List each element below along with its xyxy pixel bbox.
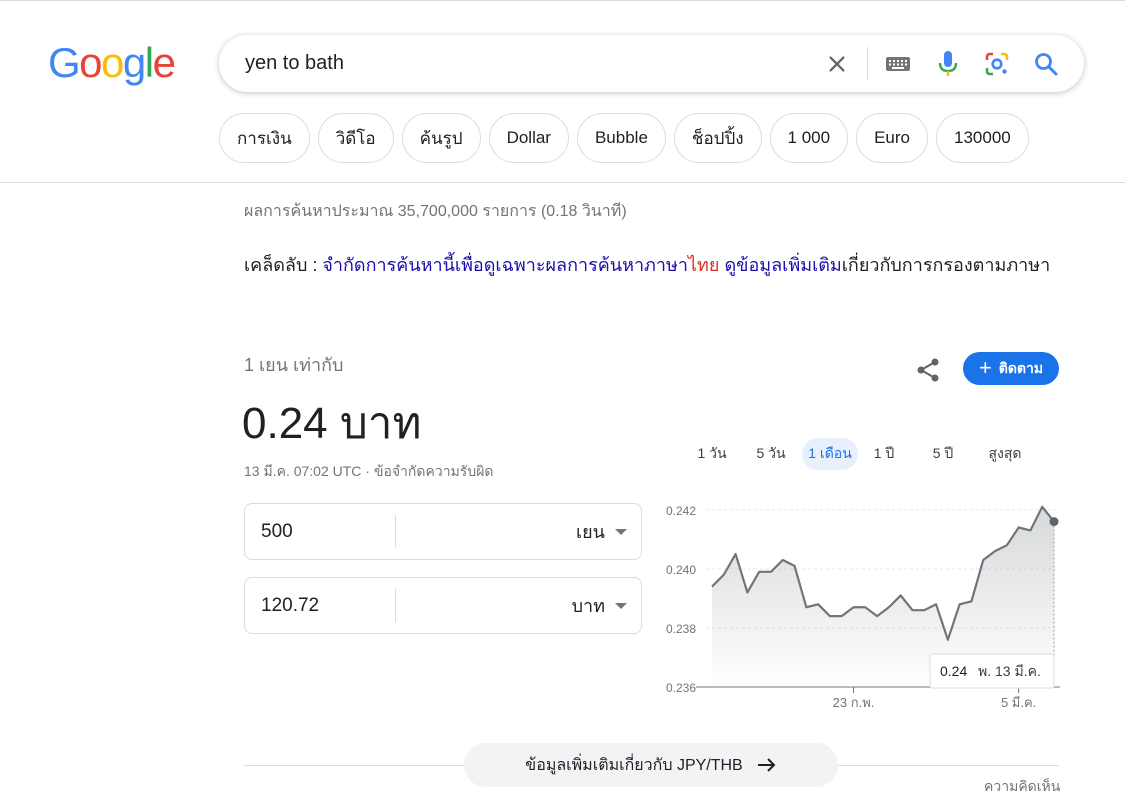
from-divider	[395, 515, 396, 548]
logo-letter: o	[79, 39, 102, 86]
filter-chip[interactable]: ช็อปปิ้ง	[673, 113, 762, 163]
plus-icon: +	[978, 354, 992, 380]
range-tab[interactable]: 1 ปี	[858, 438, 910, 470]
timestamp-text: 13 มี.ค. 07:02 UTC ·	[244, 463, 374, 479]
google-logo[interactable]: Google	[48, 39, 176, 86]
dropdown-caret-icon	[615, 602, 627, 609]
microphone-icon[interactable]	[932, 48, 964, 80]
range-tab[interactable]: 5 ปี	[910, 438, 976, 470]
from-currency-label: เยน	[575, 522, 605, 542]
restrict-language-link[interactable]: จำกัดการค้นหานี้เพื่อดูเฉพาะผลการค้นหาภา…	[322, 255, 719, 275]
follow-label: ติดตาม	[998, 359, 1044, 376]
chart-range-tabs: 1 วัน 5 วัน 1 เดือน 1 ปี 5 ปี สูงสุด	[684, 438, 1034, 470]
from-currency-select[interactable]: เยน	[576, 504, 627, 559]
exchange-rate-chart[interactable]: 0.242 0.240 0.238 0.236 23 ก.พ. 5 มี.ค. 0.24 พ.…	[656, 495, 1066, 717]
google-lens-icon[interactable]	[981, 48, 1013, 80]
logo-letter: e	[152, 39, 176, 86]
tooltip-value: 0.24	[940, 663, 967, 679]
restrict-language-text: จำกัดการค้นหานี้เพื่อดูเฉพาะผลการค้นหาภา…	[322, 255, 688, 275]
filter-chip[interactable]: Euro	[856, 113, 929, 163]
share-icon	[917, 358, 939, 382]
feedback-link[interactable]: ความคิดเห็น	[984, 776, 1060, 798]
conversion-result: 0.24 บาท	[242, 399, 422, 448]
top-border	[0, 0, 1125, 1]
logo-letter: G	[48, 39, 81, 86]
from-amount-input[interactable]	[261, 520, 391, 544]
close-icon[interactable]	[821, 48, 853, 80]
logo-letter: l	[144, 39, 154, 86]
logo-letter: o	[101, 39, 124, 86]
filter-chip[interactable]: Bubble	[576, 113, 666, 163]
result-stats: ผลการค้นหาประมาณ 35,700,000 รายการ (0.18…	[244, 203, 627, 220]
follow-button[interactable]: + ติดตาม	[963, 352, 1059, 385]
filter-chip[interactable]: 1 000	[769, 113, 849, 163]
filter-chip[interactable]: วิดีโอ	[317, 113, 394, 163]
filter-chip[interactable]: 130000	[936, 113, 1029, 163]
y-tick-label: 0.236	[666, 681, 696, 695]
search-input[interactable]	[245, 49, 805, 77]
range-tab[interactable]: สูงสุด	[976, 438, 1034, 470]
arrow-right-icon	[757, 758, 776, 772]
x-tick-label: 5 มี.ค.	[1001, 695, 1036, 710]
rate-timestamp: 13 มี.ค. 07:02 UTC · ข้อจำกัดความรับผิด	[244, 461, 494, 483]
range-tab[interactable]: 1 วัน	[684, 438, 740, 470]
to-currency-row: บาท	[244, 577, 642, 634]
y-tick-label: 0.238	[666, 622, 696, 636]
filter-chip[interactable]: Dollar	[488, 113, 569, 163]
language-tip: เคล็ดลับ : จำกัดการค้นหานี้เพื่อดูเฉพาะผ…	[244, 250, 1064, 280]
conversion-label: 1 เยน เท่ากับ	[244, 355, 344, 375]
search-divider	[867, 47, 868, 80]
header-divider	[0, 182, 1125, 183]
dropdown-caret-icon	[615, 528, 627, 535]
to-currency-select[interactable]: บาท	[572, 578, 627, 633]
x-tick-label: 23 ก.พ.	[833, 695, 875, 710]
from-currency-row: เยน	[244, 503, 642, 560]
search-box	[219, 35, 1084, 92]
more-info-button[interactable]: ข้อมูลเพิ่มเติมเกี่ยวกับ JPY/THB	[464, 743, 838, 787]
tip-suffix: เกี่ยวกับการกรองตามภาษา	[841, 255, 1051, 275]
search-icon[interactable]	[1030, 48, 1062, 80]
tip-prefix: เคล็ดลับ :	[244, 255, 323, 275]
disclaimer-link[interactable]: ข้อจำกัดความรับผิด	[374, 463, 494, 479]
learn-more-link[interactable]: ดูข้อมูลเพิ่มเติม	[724, 255, 841, 275]
last-point-marker	[1049, 517, 1059, 527]
search-filter-chips: การเงิน วิดีโอ ค้นรูป Dollar Bubble ช็อปปิ้ง 1…	[219, 113, 1029, 163]
range-tab[interactable]: 1 เดือน	[802, 438, 858, 470]
logo-letter: g	[122, 39, 146, 86]
keyboard-icon[interactable]	[882, 48, 914, 80]
tooltip-date: พ. 13 มี.ค.	[978, 663, 1041, 679]
filter-chip[interactable]: การเงิน	[219, 113, 310, 163]
to-divider	[395, 589, 396, 622]
y-tick-label: 0.242	[666, 504, 696, 518]
filter-chip[interactable]: ค้นรูป	[401, 113, 481, 163]
to-amount-input[interactable]	[261, 594, 391, 618]
to-currency-label: บาท	[571, 596, 605, 616]
y-tick-label: 0.240	[666, 563, 696, 577]
language-name: ไทย	[688, 255, 720, 275]
more-info-label: ข้อมูลเพิ่มเติมเกี่ยวกับ JPY/THB	[525, 756, 743, 774]
range-tab[interactable]: 5 วัน	[740, 438, 802, 470]
share-button[interactable]	[910, 352, 946, 388]
